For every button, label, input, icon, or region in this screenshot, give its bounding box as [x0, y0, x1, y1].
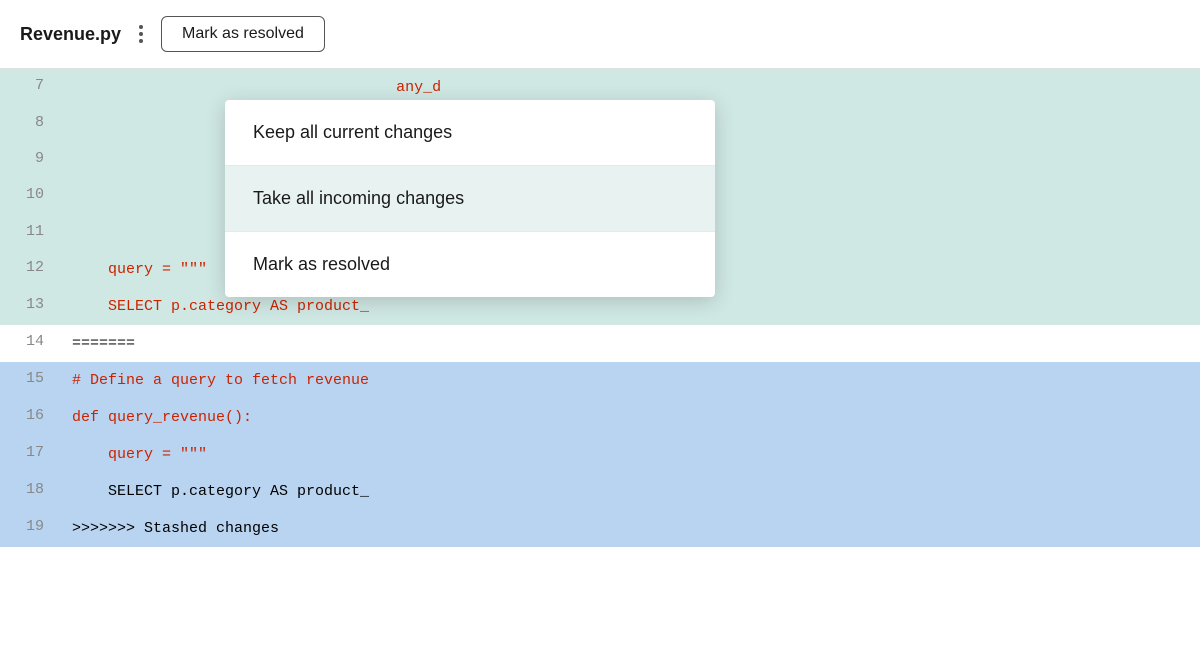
keep-current-changes-item[interactable]: Keep all current changes	[225, 100, 715, 166]
line-text-suffix: any_d	[396, 79, 441, 96]
line-content-19: >>>>>>> Stashed changes	[60, 510, 1200, 547]
line-number-10: 10	[0, 178, 60, 215]
line-content-18: SELECT p.category AS product_	[60, 473, 1200, 510]
dots-menu-button[interactable]	[133, 21, 149, 47]
mark-as-resolved-item[interactable]: Mark as resolved	[225, 232, 715, 297]
code-line-17: 17 query = """	[0, 436, 1200, 473]
line-number-12: 12	[0, 251, 60, 288]
line-number-18: 18	[0, 473, 60, 510]
dot-icon	[139, 32, 143, 36]
line-content-14: =======	[60, 325, 1200, 362]
conflict-resolution-dropdown: Keep all current changes Take all incomi…	[225, 100, 715, 297]
line-number-19: 19	[0, 510, 60, 547]
dot-icon	[139, 39, 143, 43]
editor-container: Revenue.py Mark as resolved 7 any_d 8 9	[0, 0, 1200, 670]
header-bar: Revenue.py Mark as resolved	[0, 0, 1200, 69]
file-name: Revenue.py	[20, 24, 121, 45]
line-number-7: 7	[0, 69, 60, 106]
line-text	[72, 79, 396, 96]
code-line-19: 19 >>>>>>> Stashed changes	[0, 510, 1200, 547]
line-number-15: 15	[0, 362, 60, 399]
line-content-16: def query_revenue():	[60, 399, 1200, 436]
line-number-9: 9	[0, 142, 60, 178]
line-content-15: # Define a query to fetch revenue	[60, 362, 1200, 399]
take-incoming-changes-item[interactable]: Take all incoming changes	[225, 166, 715, 232]
code-line-16: 16 def query_revenue():	[0, 399, 1200, 436]
line-number-11: 11	[0, 215, 60, 251]
code-line-14: 14 =======	[0, 325, 1200, 362]
line-number-13: 13	[0, 288, 60, 325]
dot-icon	[139, 25, 143, 29]
line-number-17: 17	[0, 436, 60, 473]
code-line-18: 18 SELECT p.category AS product_	[0, 473, 1200, 510]
line-content-17: query = """	[60, 436, 1200, 473]
mark-as-resolved-button[interactable]: Mark as resolved	[161, 16, 325, 52]
line-number-16: 16	[0, 399, 60, 436]
code-line-15: 15 # Define a query to fetch revenue	[0, 362, 1200, 399]
line-number-14: 14	[0, 325, 60, 362]
line-number-8: 8	[0, 106, 60, 142]
